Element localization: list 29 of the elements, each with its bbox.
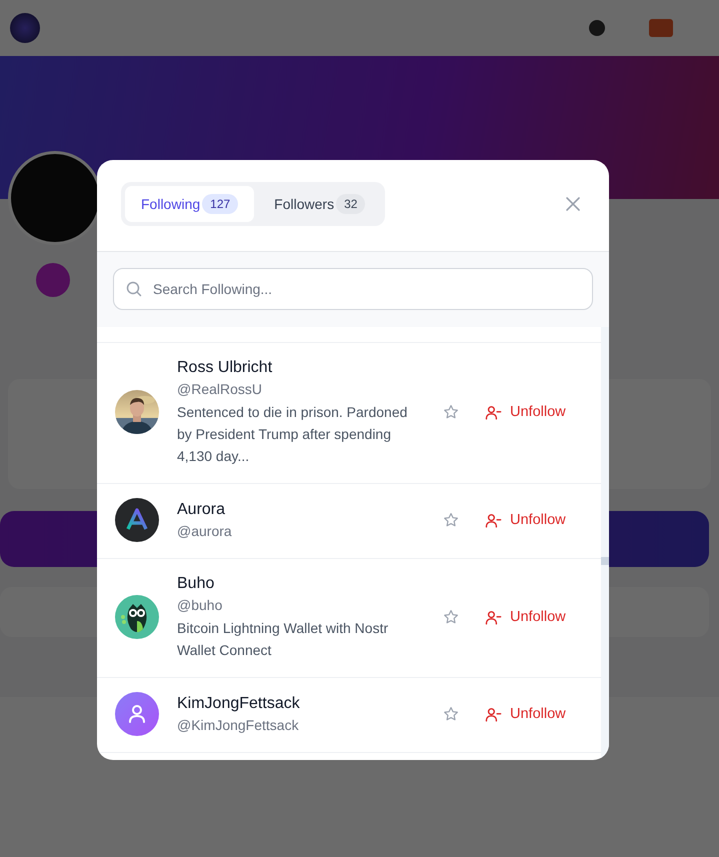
owl-icon <box>115 595 159 639</box>
user-handle: @buho <box>177 596 224 615</box>
user-avatar-icon <box>115 692 159 736</box>
logo-icon <box>10 12 40 43</box>
user-bio: Sentenced to die in prison. Pardoned by President Trump after spending 4,130 day... <box>177 403 408 466</box>
unfollow-button[interactable]: Unfollow <box>479 400 572 424</box>
user-name: KimJongFettsack <box>177 694 301 714</box>
count-badge: 32 <box>336 194 366 214</box>
user-bio: Bitcoin Lightning Wallet with Nostr Wallet Connect <box>177 619 390 660</box>
scrollbar-thumb[interactable] <box>601 557 609 565</box>
unfollow-button[interactable]: Unfollow <box>479 702 572 726</box>
user-minus-icon <box>485 512 502 528</box>
user-name: Ross Ulbricht <box>177 358 274 378</box>
user-name: Buho <box>177 574 216 594</box>
badge-icon <box>36 263 70 297</box>
logo-icon <box>115 498 159 542</box>
unfollow-button[interactable]: Unfollow <box>479 508 572 532</box>
user-handle: @aurora <box>177 522 233 541</box>
user-handle: @RealRossU <box>177 380 264 399</box>
user-handle: @KimJongFettsack <box>177 716 300 735</box>
user-minus-icon <box>485 608 502 626</box>
user-name: Aurora <box>177 500 226 520</box>
user-minus-icon <box>485 706 502 722</box>
count-badge: 127 <box>202 194 238 214</box>
unfollow-button[interactable]: Unfollow <box>479 604 572 630</box>
search-field[interactable]: Search Following... <box>113 268 593 310</box>
user-minus-icon <box>485 404 502 420</box>
tab[interactable]: Following 127 <box>125 186 254 222</box>
tab[interactable]: Followers 32 <box>258 186 382 222</box>
